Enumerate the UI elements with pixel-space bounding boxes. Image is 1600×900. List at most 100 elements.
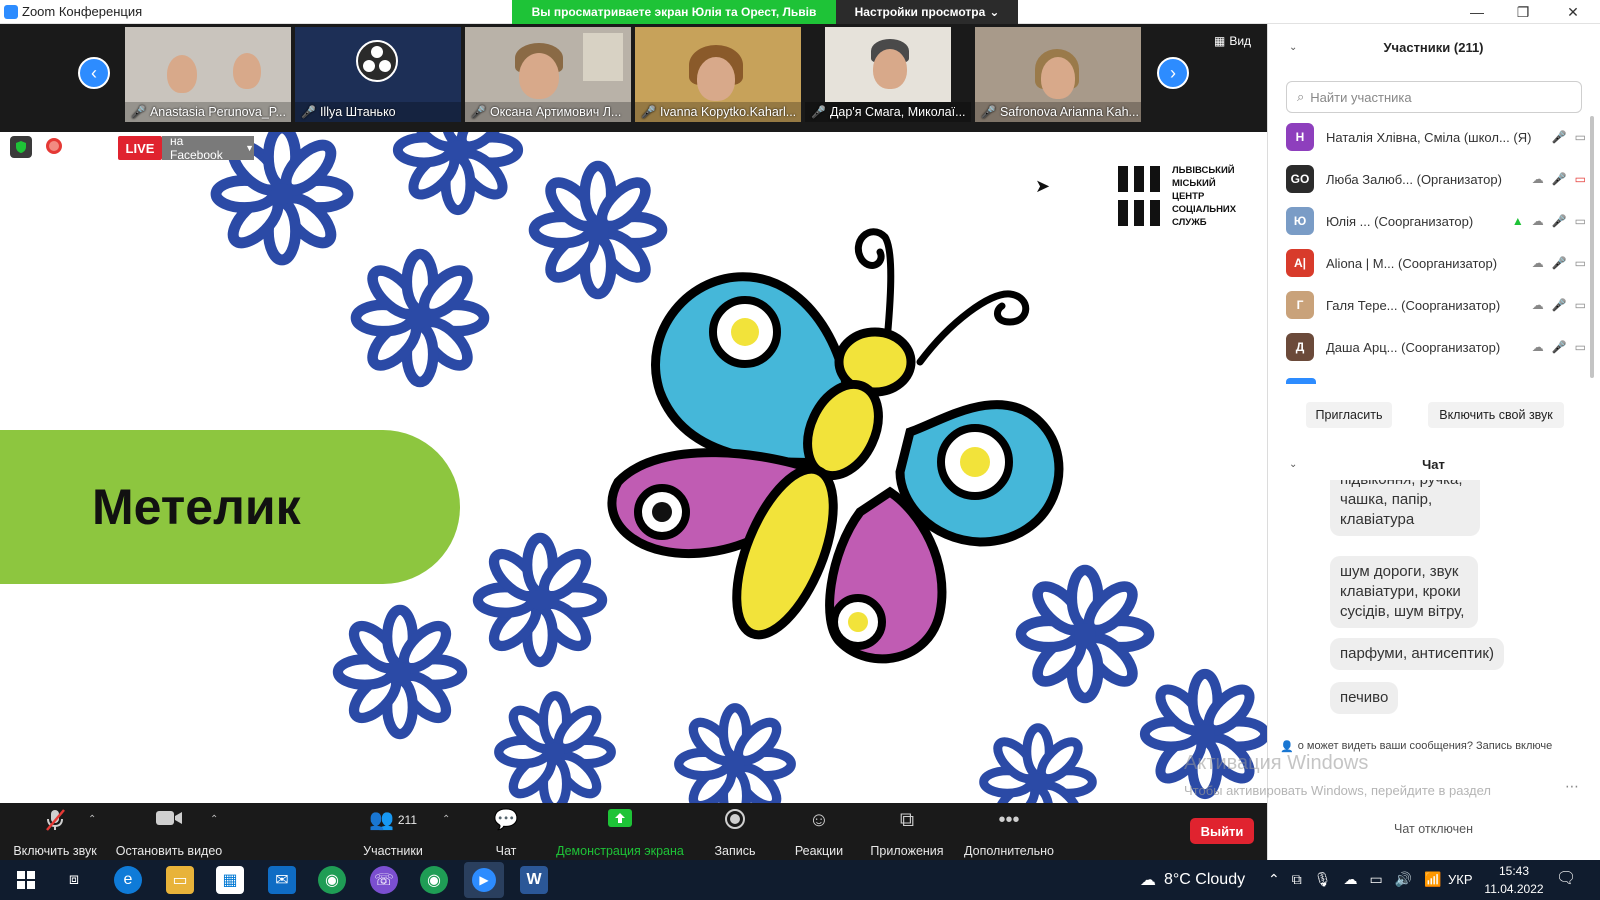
input-language[interactable]: УКР bbox=[1448, 872, 1473, 887]
video-tile[interactable]: 🎤 Оксана Артимович Л... bbox=[465, 27, 631, 122]
more-options-icon[interactable]: ⋯ bbox=[1565, 778, 1579, 795]
mic-muted-icon[interactable]: 🎤 bbox=[1552, 130, 1567, 144]
mic-muted-icon[interactable]: 🎤 bbox=[1552, 340, 1567, 354]
minimize-icon[interactable]: — bbox=[1454, 0, 1500, 24]
chat-message: підвіконня, ручка, чашка, папір, клавіат… bbox=[1330, 480, 1480, 536]
participant-role: (Соорганизатор) bbox=[1401, 339, 1501, 355]
weather-widget[interactable]: ☁ 8°C Cloudy bbox=[1140, 870, 1245, 890]
prev-page-arrow-icon[interactable]: ‹ bbox=[78, 57, 110, 89]
restore-icon[interactable]: ❐ bbox=[1500, 0, 1546, 24]
share-screen-label: Демонстрация экрана bbox=[556, 844, 684, 858]
system-tray: ⌃ ⧉ 🎙 ☁ ▭ 🔊 📶 bbox=[1268, 871, 1442, 888]
live-badge[interactable]: LIVE bbox=[118, 136, 162, 160]
chat-header: Чат bbox=[1422, 456, 1445, 472]
video-tile[interactable]: 🎤 Anastasia Perunova_P... bbox=[125, 27, 291, 122]
share-screen-button[interactable]: Демонстрация экрана bbox=[552, 808, 688, 858]
chat-button[interactable]: 💬 Чат bbox=[486, 808, 526, 858]
participants-options-caret-icon[interactable]: ⌃ bbox=[442, 814, 450, 825]
view-button[interactable]: ▦ Вид bbox=[1214, 34, 1251, 48]
participant-row[interactable]: Ю Юлія ... (Соорганизатор) ▲ ☁ 🎤 ▭ bbox=[1286, 202, 1586, 240]
mic-muted-icon[interactable]: 🎤 bbox=[1552, 172, 1567, 186]
participant-name: Юлія ... bbox=[1326, 213, 1371, 229]
reactions-label: Реакции bbox=[794, 844, 844, 858]
zoom-taskbar-icon[interactable]: ▶ bbox=[464, 862, 504, 898]
invite-button[interactable]: Пригласить bbox=[1306, 402, 1392, 428]
leave-meeting-button[interactable]: Выйти bbox=[1190, 818, 1254, 844]
flower-shape bbox=[674, 703, 796, 803]
tile-name: Illya Штанько bbox=[319, 105, 396, 119]
org-logo-mark bbox=[1118, 166, 1160, 226]
chevron-down-icon: ⌄ bbox=[989, 5, 1000, 19]
audio-options-caret-icon[interactable]: ⌃ bbox=[88, 814, 96, 825]
edge-browser-icon[interactable]: e bbox=[114, 866, 142, 894]
mic-muted-icon[interactable]: 🎤 bbox=[1552, 298, 1567, 312]
next-page-arrow-icon[interactable]: › bbox=[1157, 57, 1189, 89]
flower-shape bbox=[472, 532, 608, 668]
participant-row[interactable]: Д Даша Арц... (Соорганизатор) ☁ 🎤 ▭ bbox=[1286, 328, 1586, 366]
record-button[interactable]: Запись bbox=[710, 808, 760, 858]
word-icon[interactable]: W bbox=[520, 866, 548, 894]
video-tile[interactable]: 🎤 Ivanna Kopytko.Kaharl... bbox=[635, 27, 801, 122]
meet-now-icon[interactable]: ⧉ bbox=[1292, 871, 1302, 888]
mic-muted-icon: 🎤 bbox=[641, 105, 656, 119]
notifications-icon[interactable]: 🗨 bbox=[1556, 868, 1576, 888]
stop-video-button[interactable]: Остановить видео bbox=[112, 808, 226, 858]
participant-row[interactable]: GO Люба Залюб... (Организатор) ☁ 🎤 ▭ bbox=[1286, 160, 1586, 198]
participant-row[interactable]: A| Aliona | M... (Соорганизатор) ☁ 🎤 ▭ bbox=[1286, 244, 1586, 282]
close-icon[interactable]: ✕ bbox=[1550, 0, 1596, 24]
participant-role: (Организатор) bbox=[1416, 171, 1502, 187]
reactions-button[interactable]: ☺ Реакции bbox=[790, 808, 848, 858]
more-button[interactable]: ••• Дополнительно bbox=[962, 808, 1056, 858]
participants-button[interactable]: 👥 211 Участники bbox=[360, 808, 426, 858]
wifi-icon[interactable]: 📶 bbox=[1424, 871, 1441, 888]
viber-icon[interactable]: ☏ bbox=[370, 866, 398, 894]
video-icon[interactable]: ▭ bbox=[1575, 256, 1586, 270]
zoom-app-icon bbox=[4, 5, 18, 19]
onedrive-icon[interactable]: ☁ bbox=[1344, 871, 1358, 888]
microphone-icon[interactable]: 🎙 bbox=[1314, 871, 1332, 888]
participant-name: Наталія Хлівна, Сміла (школ... bbox=[1326, 129, 1510, 145]
volume-icon[interactable]: 🔊 bbox=[1395, 871, 1412, 888]
participant-row[interactable]: Г Галя Тере... (Соорганизатор) ☁ 🎤 ▭ bbox=[1286, 286, 1586, 324]
chat-label: Чат bbox=[495, 844, 517, 858]
view-options-dropdown[interactable]: Настройки просмотра ⌄ bbox=[836, 0, 1018, 24]
unmute-self-button[interactable]: Включить свой звук bbox=[1428, 402, 1564, 428]
system-clock[interactable]: 15:43 11.04.2022 bbox=[1482, 862, 1546, 898]
video-tile[interactable]: 🎤 Safronova Arianna Kah... bbox=[975, 27, 1141, 122]
battery-icon[interactable]: ▭ bbox=[1370, 871, 1383, 888]
record-icon bbox=[724, 808, 746, 832]
mail-icon[interactable]: ✉ bbox=[268, 866, 296, 894]
chrome-icon[interactable]: ◉ bbox=[318, 866, 346, 894]
file-explorer-icon[interactable]: ▭ bbox=[166, 866, 194, 894]
tile-name: Anastasia Perunova_P... bbox=[149, 105, 286, 119]
tile-name: Ivanna Kopytko.Kaharl... bbox=[659, 105, 797, 119]
participants-count: 211 bbox=[397, 813, 418, 827]
video-icon[interactable]: ▭ bbox=[1575, 130, 1586, 144]
microsoft-store-icon[interactable]: ▦ bbox=[216, 866, 244, 894]
video-options-caret-icon[interactable]: ⌃ bbox=[210, 814, 218, 825]
unmute-button[interactable]: Включить звук bbox=[10, 808, 100, 858]
video-icon[interactable]: ▭ bbox=[1575, 298, 1586, 312]
participant-role: (Я) bbox=[1513, 129, 1532, 145]
grid-icon: ▦ bbox=[1214, 34, 1226, 48]
participant-search-input[interactable]: ⌕ Найти участника bbox=[1286, 81, 1582, 113]
participants-header: Участники (211) bbox=[1383, 39, 1484, 55]
security-shield-icon[interactable] bbox=[10, 136, 32, 158]
video-strip: ‹ 🎤 Anastasia Perunova_P... 🎤 Illya Штаньк… bbox=[0, 24, 1267, 132]
tile-name: Оксана Артимович Л... bbox=[489, 105, 622, 119]
mic-icon[interactable]: 🎤 bbox=[1552, 214, 1567, 228]
participant-row[interactable]: Н Наталія Хлівна, Сміла (школ... (Я) 🎤 ▭ bbox=[1286, 118, 1586, 156]
task-view-icon[interactable]: ⧈ bbox=[60, 866, 88, 894]
live-stream-target[interactable]: на Facebook ▼ bbox=[162, 134, 254, 162]
windows-start-icon[interactable] bbox=[12, 866, 40, 894]
tray-expand-icon[interactable]: ⌃ bbox=[1268, 871, 1280, 888]
video-tile[interactable]: 🎤 Дар'я Смага, Миколаї... bbox=[805, 27, 971, 122]
chrome-profile-icon[interactable]: ◉ bbox=[420, 866, 448, 894]
video-icon[interactable]: ▭ bbox=[1575, 340, 1586, 354]
participants-scrollbar[interactable] bbox=[1590, 116, 1594, 378]
mic-muted-icon[interactable]: 🎤 bbox=[1552, 256, 1567, 270]
video-off-icon[interactable]: ▭ bbox=[1575, 172, 1586, 186]
apps-button[interactable]: ⧉ Приложения bbox=[866, 808, 948, 858]
video-tile[interactable]: 🎤 Illya Штанько bbox=[295, 27, 461, 122]
video-icon[interactable]: ▭ bbox=[1575, 214, 1586, 228]
